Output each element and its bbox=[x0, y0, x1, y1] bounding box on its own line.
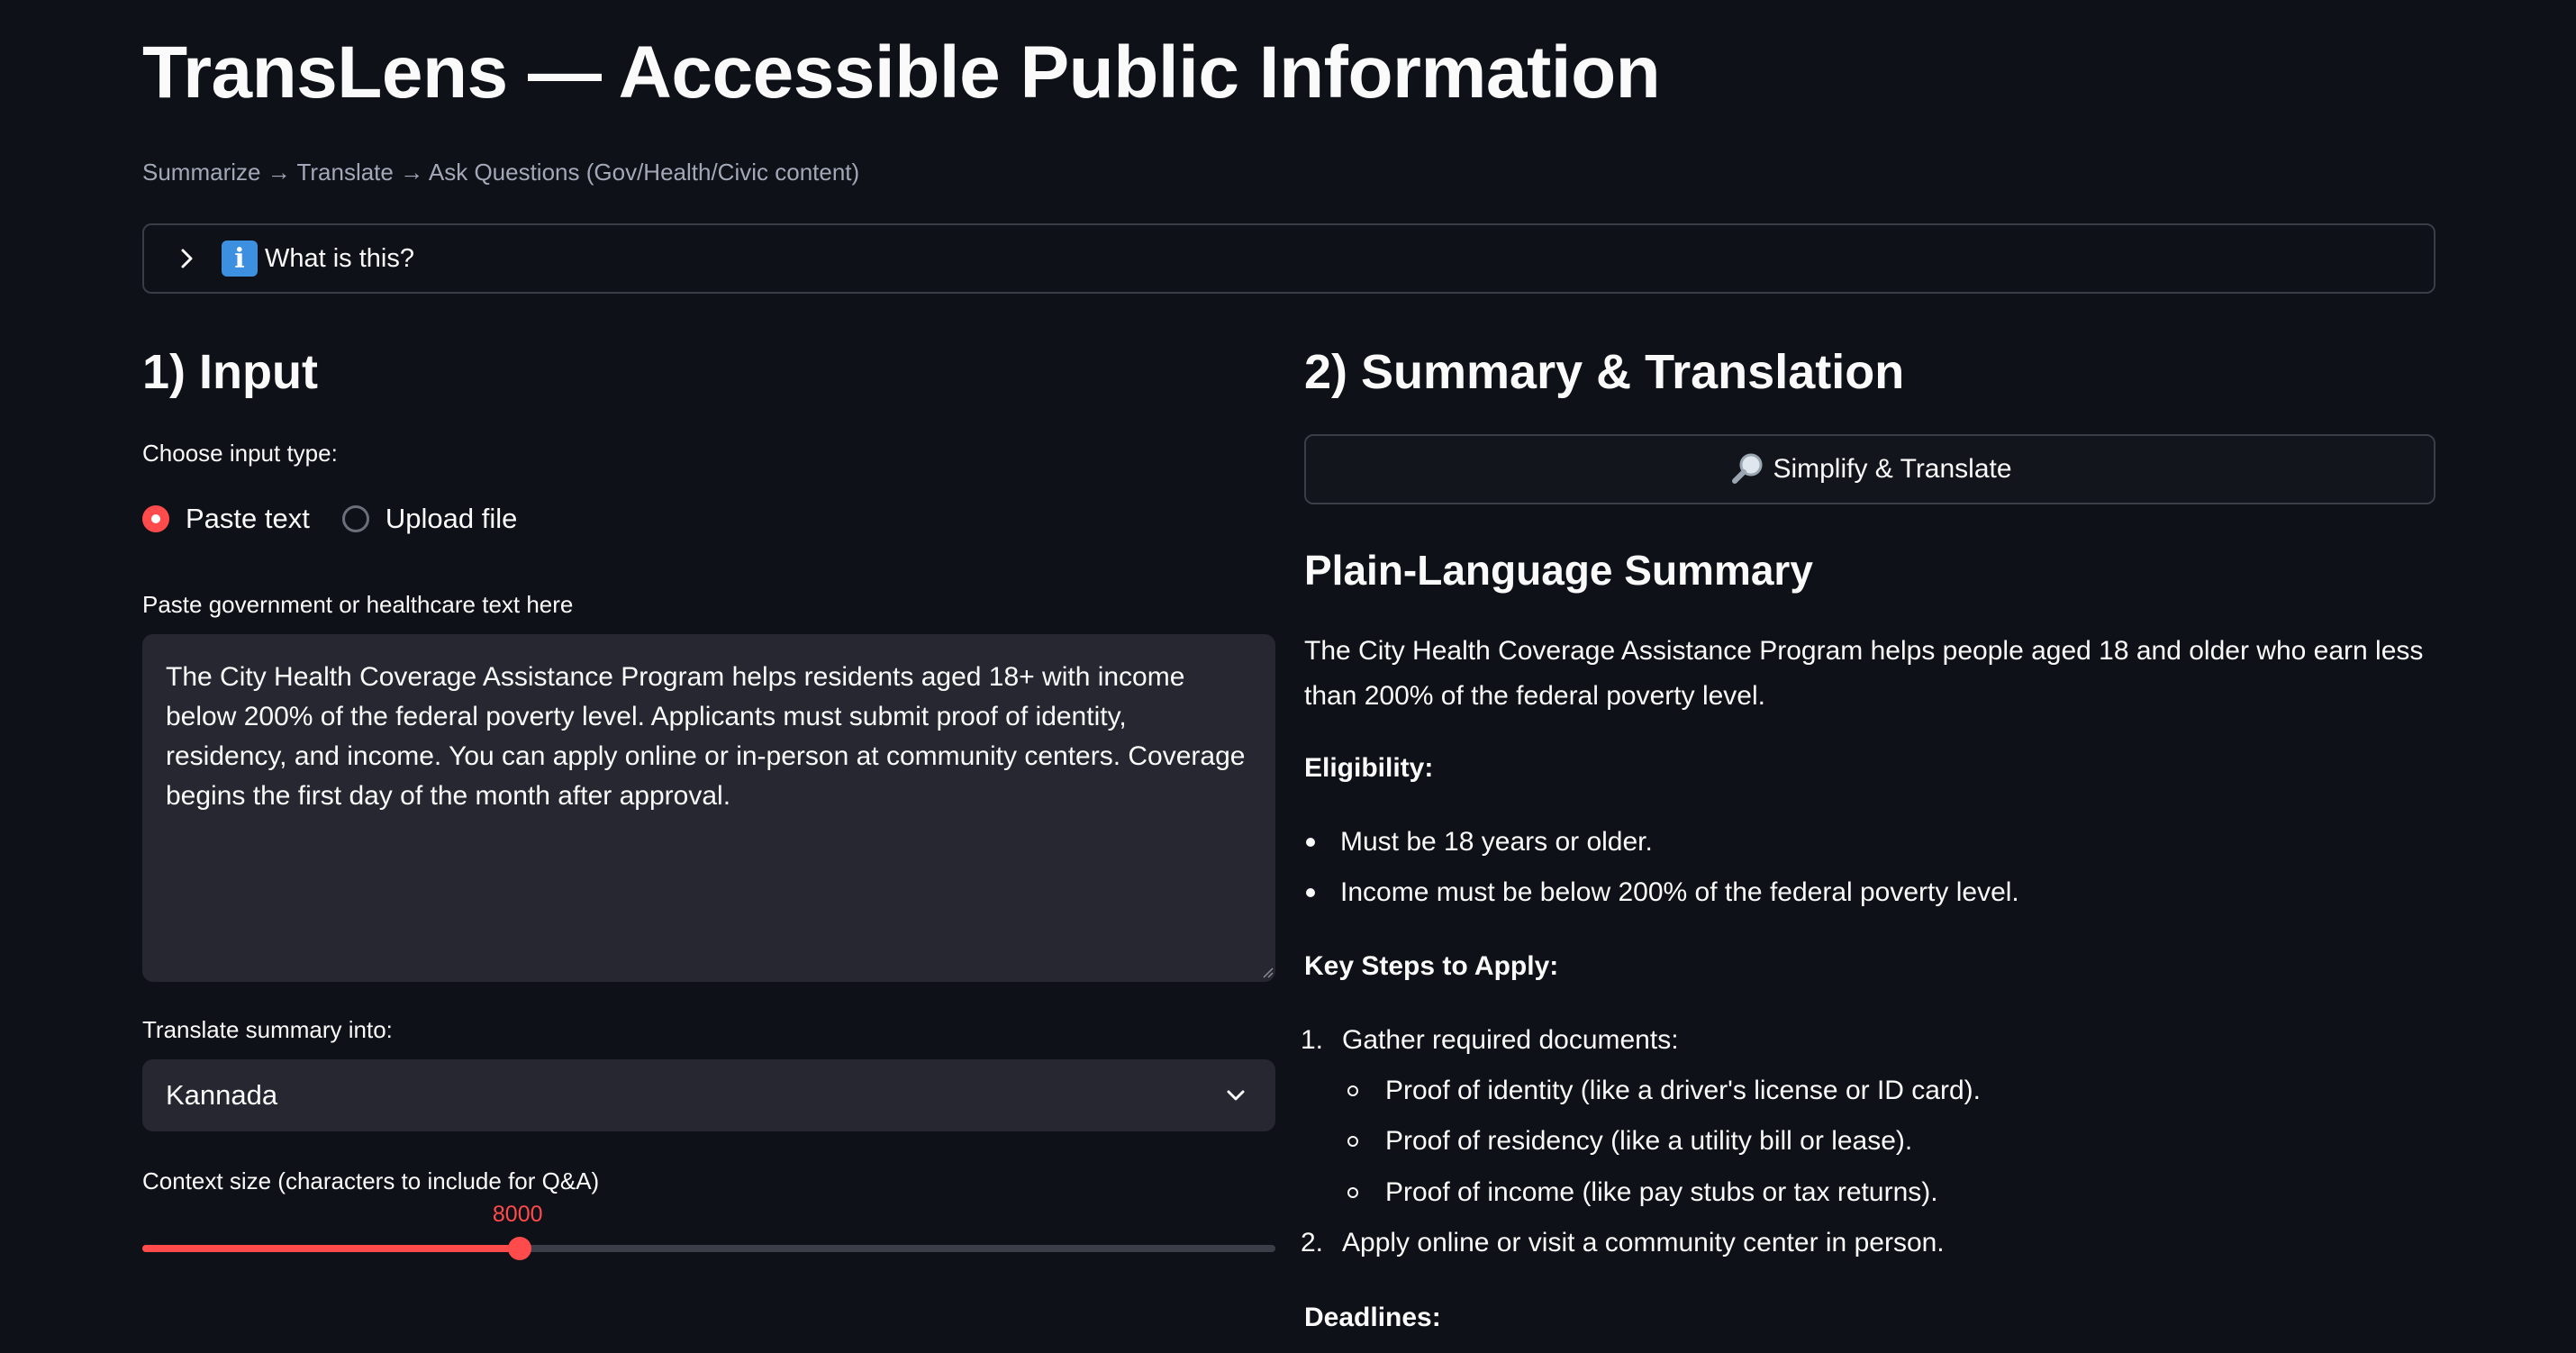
list-item: Proof of identity (like a driver's licen… bbox=[1347, 1076, 1981, 1106]
list-item-text: Proof of identity (like a driver's licen… bbox=[1385, 1076, 1981, 1105]
bullet-icon bbox=[1306, 888, 1315, 897]
translate-label: Translate summary into: bbox=[142, 1016, 393, 1043]
radio-label: Upload file bbox=[385, 503, 518, 534]
language-select[interactable]: Kannada bbox=[142, 1059, 1275, 1131]
input-heading: 1) Input bbox=[142, 345, 318, 399]
radio-paste-text[interactable]: Paste text bbox=[142, 503, 310, 535]
deadlines-title: Deadlines: bbox=[1304, 1303, 1441, 1332]
circle-bullet-icon bbox=[1347, 1187, 1358, 1198]
info-icon: i bbox=[222, 241, 258, 277]
list-item: Must be 18 years or older. bbox=[1306, 827, 1653, 858]
magnifier-icon bbox=[1728, 449, 1767, 489]
list-item: Income must be below 200% of the federal… bbox=[1306, 877, 2019, 908]
list-item-text: Income must be below 200% of the federal… bbox=[1340, 877, 2019, 907]
list-item: Proof of residency (like a utility bill … bbox=[1347, 1126, 1912, 1157]
page-title: TransLens — Accessible Public Informatio… bbox=[142, 32, 1661, 114]
radio-label: Paste text bbox=[186, 503, 310, 534]
list-number: 1. bbox=[1301, 1025, 1324, 1055]
list-number: 2. bbox=[1301, 1228, 1324, 1258]
expander-label: What is this? bbox=[265, 243, 414, 273]
choose-input-label: Choose input type: bbox=[142, 440, 338, 467]
radio-upload-file[interactable]: Upload file bbox=[341, 503, 518, 535]
chevron-right-icon bbox=[171, 242, 204, 275]
slider-fill bbox=[142, 1245, 520, 1252]
circle-bullet-icon bbox=[1347, 1085, 1358, 1096]
radio-unselected-icon bbox=[341, 505, 369, 532]
list-item: Proof of income (like pay stubs or tax r… bbox=[1347, 1177, 1938, 1208]
chevron-down-icon bbox=[1220, 1079, 1252, 1112]
resize-grip-icon[interactable] bbox=[1259, 964, 1274, 978]
bullet-icon bbox=[1306, 838, 1315, 847]
slider-value: 8000 bbox=[492, 1202, 543, 1227]
simplify-translate-button[interactable]: Simplify & Translate bbox=[1304, 434, 2435, 504]
list-item-text: Must be 18 years or older. bbox=[1340, 827, 1653, 857]
textarea-label: Paste government or healthcare text here bbox=[142, 591, 574, 618]
radio-selected-icon bbox=[142, 505, 169, 532]
list-item-text: Proof of residency (like a utility bill … bbox=[1385, 1126, 1913, 1156]
list-item: 2. Apply online or visit a community cen… bbox=[1301, 1228, 1945, 1258]
eligibility-title: Eligibility: bbox=[1304, 753, 1434, 783]
language-selected-value: Kannada bbox=[166, 1079, 278, 1111]
slider-label: Context size (characters to include for … bbox=[142, 1167, 600, 1194]
list-item-text: Gather required documents: bbox=[1342, 1025, 1679, 1055]
page-caption: Summarize → Translate → Ask Questions (G… bbox=[142, 159, 860, 186]
button-label: Simplify & Translate bbox=[1773, 454, 2012, 484]
list-item-text: Proof of income (like pay stubs or tax r… bbox=[1385, 1177, 1938, 1207]
summary-heading: 2) Summary & Translation bbox=[1304, 345, 1905, 399]
list-item: 1. Gather required documents: bbox=[1301, 1025, 1679, 1056]
input-type-radio-group: Paste text Upload file bbox=[142, 503, 549, 535]
summary-section-title: Plain-Language Summary bbox=[1304, 547, 1813, 594]
source-text-input[interactable]: The City Health Coverage Assistance Prog… bbox=[142, 634, 1275, 982]
summary-intro: The City Health Coverage Assistance Prog… bbox=[1304, 636, 2424, 711]
app-page: TransLens — Accessible Public Informatio… bbox=[0, 0, 2576, 1353]
steps-title: Key Steps to Apply: bbox=[1304, 951, 1559, 981]
slider-thumb[interactable] bbox=[507, 1237, 531, 1260]
list-item-text: Apply online or visit a community center… bbox=[1342, 1228, 1945, 1258]
circle-bullet-icon bbox=[1347, 1136, 1358, 1147]
what-is-this-expander[interactable]: i What is this? bbox=[142, 223, 2435, 294]
